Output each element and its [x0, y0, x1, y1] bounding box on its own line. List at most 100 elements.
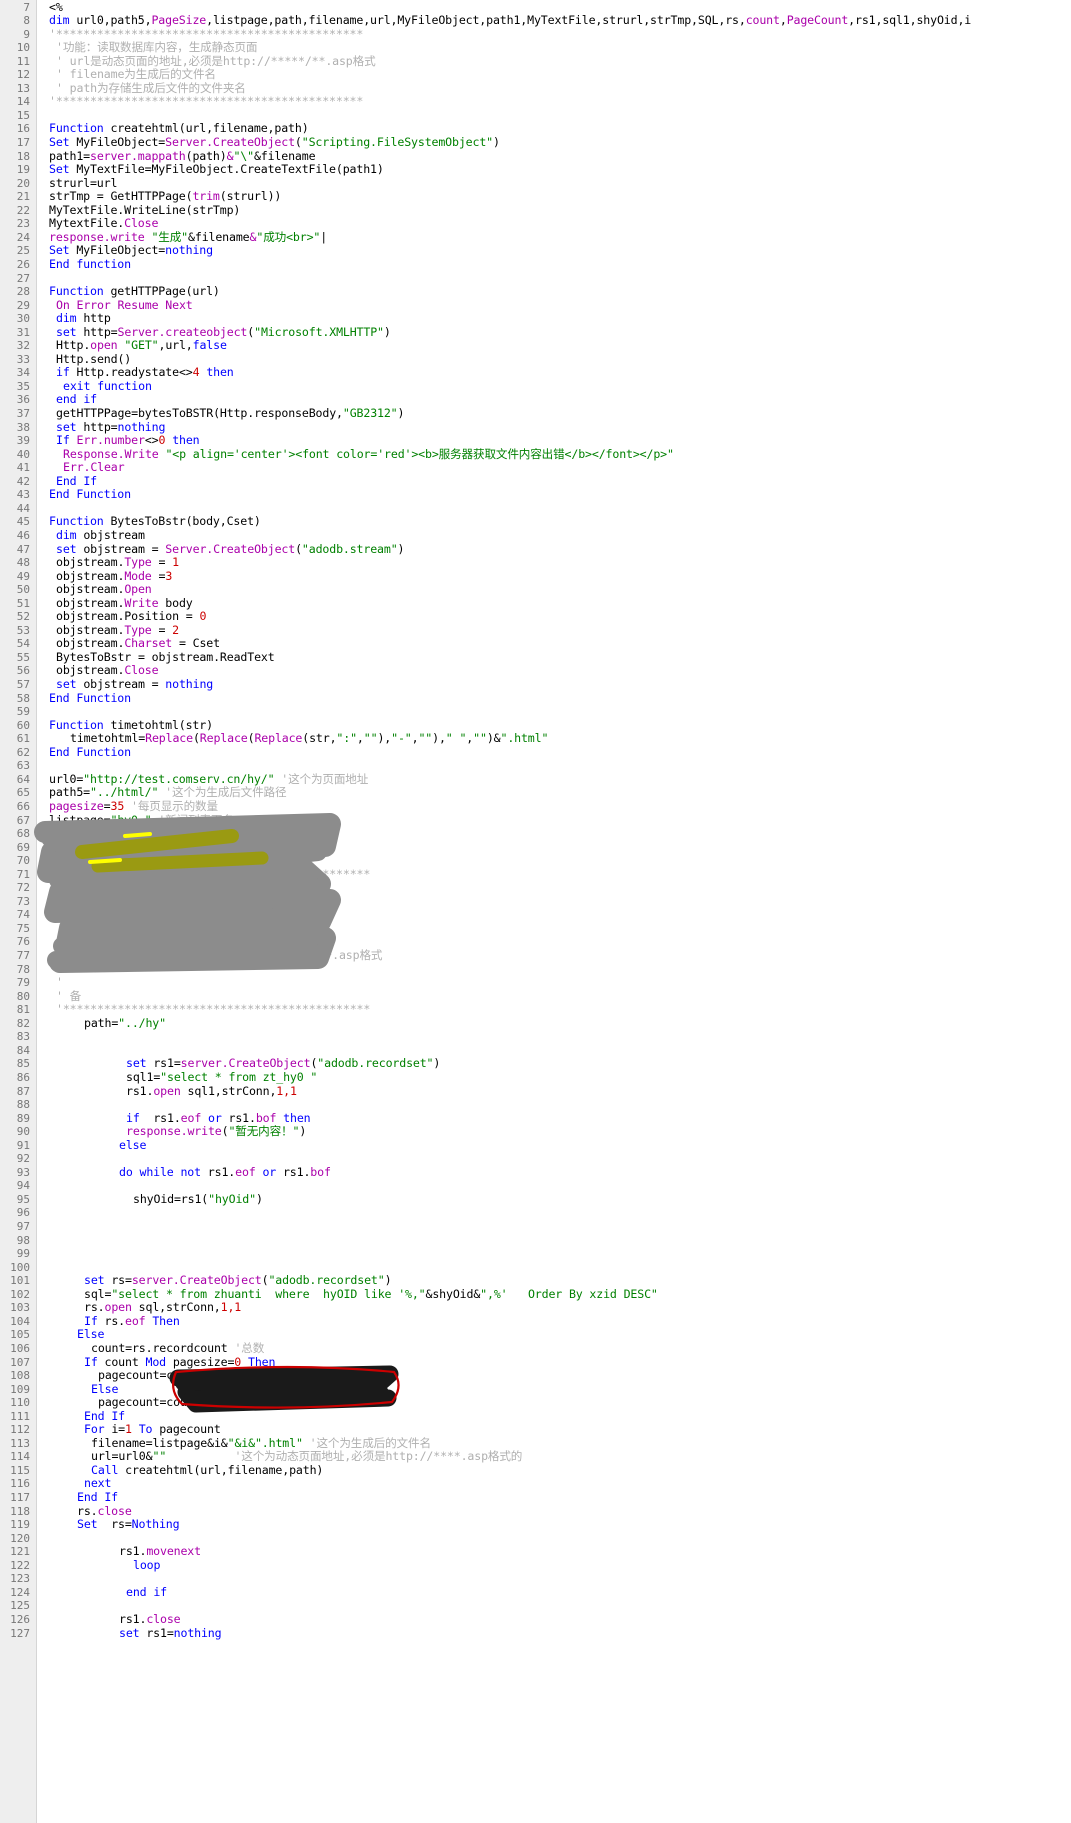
code-line[interactable]: 73	[0, 895, 1071, 909]
code-line[interactable]: 106 count=rs.recordcount '总数	[0, 1341, 1071, 1356]
code-line[interactable]: 108 pagecount=count\pagesize	[0, 1368, 1071, 1383]
code-line[interactable]: 85 set rs1=server.CreateObject("adodb.rec…	[0, 1057, 1071, 1071]
code-line[interactable]: 19 Set MyTextFile=MyFileObject.CreateText…	[0, 162, 1071, 177]
code-line[interactable]: 18 path1=server.mappath(path)&"\"&filenam…	[0, 149, 1071, 164]
code-line[interactable]: 47 set objstream = Server.CreateObject("a…	[0, 542, 1071, 557]
code-line[interactable]: 60 Function timetohtml(str)	[0, 718, 1071, 733]
code-line[interactable]: 98	[0, 1234, 1071, 1248]
code-line[interactable]: 77 ' url是动态页面的地址,必须是http://*****/**.asp格式	[0, 948, 1071, 963]
code-line[interactable]: 74 '功	[0, 908, 1071, 922]
code-line[interactable]: 68 %>	[0, 826, 1071, 841]
code-line[interactable]: 115 Call createhtml(url,filename,path)	[0, 1463, 1071, 1478]
code-line[interactable]: 116 next	[0, 1477, 1071, 1491]
code-line[interactable]: 38 set http=nothing	[0, 420, 1071, 435]
code-line[interactable]: 82 path="../hy"	[0, 1016, 1071, 1031]
code-line[interactable]: 49 objstream.Mode =3	[0, 569, 1071, 584]
code-line[interactable]: 122 loop	[0, 1558, 1071, 1573]
code-line[interactable]: 12 ' filename为生成后的文件名	[0, 67, 1071, 82]
code-line[interactable]: 11 ' url是动态页面的地址,必须是http://*****/**.asp格式	[0, 54, 1071, 69]
code-line[interactable]: 101 set rs=server.CreateObject("adodb.rec…	[0, 1273, 1071, 1288]
code-line[interactable]: 124 end if	[0, 1585, 1071, 1600]
code-line[interactable]: 59	[0, 705, 1071, 719]
code-line[interactable]: 83	[0, 1030, 1071, 1044]
code-line[interactable]: 112 For i=1 To pagecount	[0, 1422, 1071, 1437]
code-line[interactable]: 78 '	[0, 962, 1071, 977]
code-line[interactable]: 36 end if	[0, 393, 1071, 407]
code-line[interactable]: 29 On Error Resume Next	[0, 298, 1071, 313]
code-line[interactable]: 8 dim url0,path5,PageSize,listpage,path,f…	[0, 13, 1071, 28]
code-line[interactable]: 46 dim objstream	[0, 528, 1071, 543]
code-line[interactable]: 113 filename=listpage&i&"&i&".html" '这个为生…	[0, 1436, 1071, 1451]
code-line[interactable]: 70 <%	[0, 853, 1071, 868]
code-line[interactable]: 9 '**************************************…	[0, 27, 1071, 42]
code-line[interactable]: 127 set rs1=nothing	[0, 1626, 1071, 1641]
code-line[interactable]: 34 if Http.readystate<>4 then	[0, 366, 1071, 380]
code-line[interactable]: 54 objstream.Charset = Cset	[0, 637, 1071, 651]
code-line[interactable]: 25 Set MyFileObject=nothing	[0, 244, 1071, 258]
code-line[interactable]: 87 rs1.open sql1,strConn,1,1	[0, 1084, 1071, 1099]
code-line[interactable]: 13 ' path为存储生成后文件的文件夹名	[0, 81, 1071, 96]
code-line[interactable]: 53 objstream.Type = 2	[0, 623, 1071, 638]
code-line[interactable]: 105 Else	[0, 1328, 1071, 1342]
code-line[interactable]: 69	[0, 841, 1071, 855]
code-line[interactable]: 75	[0, 922, 1071, 936]
code-line[interactable]: 50 objstream.Open	[0, 582, 1071, 597]
code-line[interactable]: 20 strurl=url	[0, 176, 1071, 191]
code-line[interactable]: 21 strTmp = GetHTTPPage(trim(strurl))	[0, 189, 1071, 204]
code-line[interactable]: 91 else	[0, 1138, 1071, 1153]
code-line[interactable]: 121 rs1.movenext	[0, 1544, 1071, 1559]
code-line[interactable]: 15	[0, 109, 1071, 123]
code-line[interactable]: 44	[0, 502, 1071, 516]
code-line[interactable]: 58 End Function	[0, 691, 1071, 706]
code-line[interactable]: 28 Function getHTTPPage(url)	[0, 284, 1071, 299]
code-line[interactable]: 24 response.write "生成"&filename&"成功<br>"|	[0, 230, 1071, 245]
code-line[interactable]: 120	[0, 1532, 1071, 1546]
code-line[interactable]: 39 If Err.number<>0 then	[0, 433, 1071, 448]
code-line[interactable]: 61 timetohtml=Replace(Replace(Replace(str…	[0, 731, 1071, 746]
code-line[interactable]: 71 '*************************************…	[0, 867, 1071, 882]
code-line[interactable]: 64 url0="http://test.comserv.cn/hy/" '这个为…	[0, 772, 1071, 787]
code-line[interactable]: 37 getHTTPPage=bytesToBSTR(Http.responseB…	[0, 406, 1071, 421]
code-line[interactable]: 35 exit function	[0, 379, 1071, 394]
code-line[interactable]: 104 If rs.eof Then	[0, 1314, 1071, 1329]
code-line[interactable]: 94	[0, 1179, 1071, 1193]
code-line[interactable]: 66 pagesize=35 '每页显示的数量	[0, 799, 1071, 814]
code-line[interactable]: 63	[0, 759, 1071, 773]
code-line[interactable]: 93 do while not rs1.eof or rs1.bof	[0, 1165, 1071, 1180]
code-line[interactable]: 117 End If	[0, 1490, 1071, 1505]
code-line[interactable]: 109 Else	[0, 1382, 1071, 1397]
code-line[interactable]: 16 Function createhtml(url,filename,path)	[0, 122, 1071, 136]
code-line[interactable]: 62 End Function	[0, 745, 1071, 760]
code-line[interactable]: 22 MyTextFile.WriteLine(strTmp)	[0, 203, 1071, 218]
code-line[interactable]: 31 set http=Server.createobject("Microsof…	[0, 325, 1071, 340]
code-line[interactable]: 40 Response.Write "<p align='center'><fon…	[0, 447, 1071, 462]
code-line[interactable]: 67 listpage="hy0_" '新闻列表页名	[0, 813, 1071, 828]
code-line[interactable]: 99	[0, 1247, 1071, 1261]
code-line[interactable]: 55 BytesToBstr = objstream.ReadText	[0, 650, 1071, 665]
code-line[interactable]: 100	[0, 1261, 1071, 1275]
code-line[interactable]: 107 If count Mod pagesize=0 Then	[0, 1355, 1071, 1370]
code-line[interactable]: 17 Set MyFileObject=Server.CreateObject("…	[0, 135, 1071, 150]
code-line[interactable]: 32 Http.open "GET",url,false	[0, 338, 1071, 353]
code-line[interactable]: 103 rs.open sql,strConn,1,1	[0, 1301, 1071, 1315]
code-line[interactable]: 76	[0, 935, 1071, 949]
code-line[interactable]: 56 objstream.Close	[0, 664, 1071, 678]
code-line[interactable]: 96	[0, 1206, 1071, 1220]
code-line[interactable]: 92	[0, 1152, 1071, 1166]
code-line[interactable]: 102 sql="select * from zhuanti where hyOI…	[0, 1287, 1071, 1302]
code-line[interactable]: 80 ' 备	[0, 989, 1071, 1004]
code-line[interactable]: 88	[0, 1098, 1071, 1112]
code-line[interactable]: 33 Http.send()	[0, 352, 1071, 367]
code-line[interactable]: 48 objstream.Type = 1	[0, 555, 1071, 570]
code-line[interactable]: 57 set objstream = nothing	[0, 677, 1071, 692]
code-line[interactable]: 42 End If	[0, 474, 1071, 489]
code-line[interactable]: 30 dim http	[0, 311, 1071, 326]
code-line[interactable]: 41 Err.Clear	[0, 460, 1071, 475]
code-line[interactable]: 110 pagecount=count\pagesize+1	[0, 1395, 1071, 1410]
code-line[interactable]: 84	[0, 1044, 1071, 1058]
code-line[interactable]: 45 Function BytesToBstr(body,Cset)	[0, 515, 1071, 529]
code-line[interactable]: 43 End Function	[0, 488, 1071, 502]
code-line[interactable]: 90 response.write("暂无内容！")	[0, 1124, 1071, 1139]
code-line[interactable]: 81 '*************************************…	[0, 1002, 1071, 1017]
code-line[interactable]: 23 MytextFile.Close	[0, 217, 1071, 231]
